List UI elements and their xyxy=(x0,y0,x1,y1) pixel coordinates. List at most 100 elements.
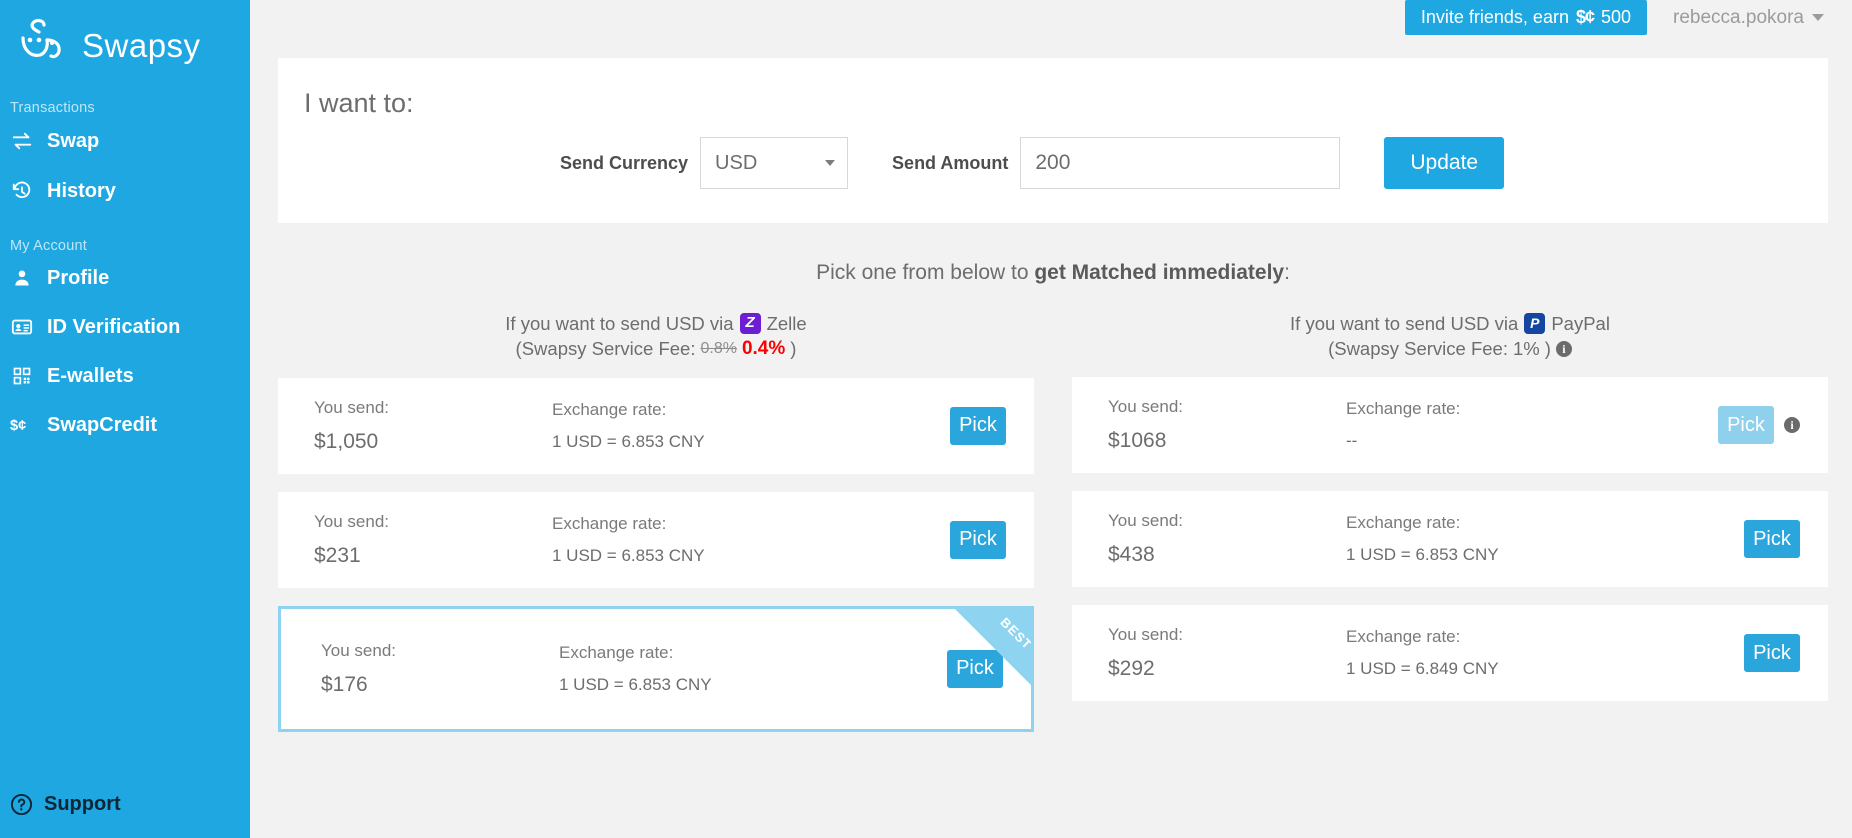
offer-send-cell: You send: $1,050 xyxy=(314,398,552,454)
sidebar-section-my-account-label: My Account xyxy=(10,238,87,254)
zelle-headline-text: If you want to send USD via xyxy=(505,313,734,334)
send-currency-select[interactable]: USD xyxy=(700,137,849,189)
pick-button[interactable]: Pick xyxy=(947,649,1003,688)
zelle-fee-old: 0.8% xyxy=(700,340,737,358)
svg-text:$¢: $¢ xyxy=(10,418,26,434)
user-icon xyxy=(10,268,34,288)
invite-amount: 500 xyxy=(1600,7,1632,27)
sidebar-item-swap-label: Swap xyxy=(47,130,100,152)
pick-button[interactable]: Pick xyxy=(1744,634,1800,673)
sidebar-item-history[interactable]: History xyxy=(0,166,250,216)
offer-rate-value: 1 USD = 6.853 CNY xyxy=(552,545,705,565)
info-icon[interactable]: i xyxy=(1784,417,1800,434)
offer-send-value: $176 xyxy=(321,672,368,696)
sidebar-item-id-verification[interactable]: ID Verification xyxy=(0,302,250,352)
offer-column-zelle-header: If you want to send USD via Zelle (Swaps… xyxy=(278,311,1034,362)
id-card-icon xyxy=(10,316,34,338)
zelle-fee-prefix: (Swapsy Service Fee: xyxy=(515,338,696,360)
user-name: rebecca.pokora xyxy=(1673,6,1804,28)
sidebar-item-history-label: History xyxy=(47,180,116,202)
offer-action: Pick i xyxy=(1718,406,1800,445)
offer-card[interactable]: You send: $1068 Exchange rate: -- Pick i xyxy=(1072,377,1828,474)
sidebar-item-e-wallets[interactable]: E-wallets xyxy=(0,352,250,400)
offer-rate-value: -- xyxy=(1346,431,1358,451)
sidebar-item-id-verification-label: ID Verification xyxy=(47,316,181,338)
page-title: I want to: xyxy=(304,88,414,118)
offer-rate-label: Exchange rate: xyxy=(559,642,674,662)
sidebar-item-e-wallets-label: E-wallets xyxy=(47,365,134,387)
offer-send-cell: You send: $176 xyxy=(321,641,559,697)
invite-friends-button[interactable]: Invite friends, earn $¢ 500 xyxy=(1404,0,1648,35)
offer-rate-value: 1 USD = 6.853 CNY xyxy=(552,431,705,451)
zelle-headline: If you want to send USD via Zelle xyxy=(278,311,1034,336)
user-menu[interactable]: rebecca.pokora xyxy=(1673,0,1824,35)
offer-action: Pick xyxy=(1744,520,1800,559)
info-icon[interactable]: i xyxy=(1555,340,1572,357)
offer-card[interactable]: You send: $231 Exchange rate: 1 USD = 6.… xyxy=(278,491,1034,588)
paypal-headline-text: If you want to send USD via xyxy=(1290,313,1519,334)
main-area: Invite friends, earn $¢ 500 rebecca.poko… xyxy=(250,0,1852,838)
swap-arrows-icon xyxy=(10,130,34,152)
offer-rate-label: Exchange rate: xyxy=(1346,627,1461,647)
offer-send-value: $292 xyxy=(1108,657,1155,681)
offer-rate-label: Exchange rate: xyxy=(552,399,667,419)
sidebar-item-profile[interactable]: Profile xyxy=(0,254,250,302)
match-heading-strong: get Matched immediately xyxy=(1034,261,1285,284)
offer-send-cell: You send: $231 xyxy=(314,512,552,568)
offer-action: Pick xyxy=(950,520,1006,559)
paypal-headline: If you want to send USD via PayPal xyxy=(1072,311,1828,336)
brand[interactable]: Swapsy xyxy=(0,0,250,78)
offer-card-best[interactable]: You send: $176 Exchange rate: 1 USD = 6.… xyxy=(278,605,1034,732)
paypal-fee-new: 1% xyxy=(1513,338,1540,360)
best-badge-label: BEST xyxy=(997,614,1032,653)
match-heading: Pick one from below to get Matched immed… xyxy=(278,223,1828,311)
offer-rate-label: Exchange rate: xyxy=(1346,513,1461,533)
pick-button-disabled: Pick xyxy=(1718,406,1774,445)
topbar: Invite friends, earn $¢ 500 rebecca.poko… xyxy=(250,0,1852,58)
swap-form-row: Send Currency USD Send Amount Update xyxy=(278,137,1828,189)
zelle-icon xyxy=(739,313,761,335)
offer-rate-cell: Exchange rate: 1 USD = 6.853 CNY xyxy=(552,514,950,566)
sidebar-section-transactions-label: Transactions xyxy=(10,100,95,116)
offer-rate-label: Exchange rate: xyxy=(1346,399,1461,419)
match-heading-suffix: : xyxy=(1284,261,1290,284)
offer-send-cell: You send: $292 xyxy=(1108,625,1346,681)
offer-column-zelle: If you want to send USD via Zelle (Swaps… xyxy=(278,311,1034,732)
app-root: Swapsy Transactions Swap History My Acco… xyxy=(0,0,1852,838)
pick-button[interactable]: Pick xyxy=(950,406,1006,445)
send-amount-input[interactable] xyxy=(1020,137,1341,189)
zelle-fee-line: (Swapsy Service Fee: 0.8% 0.4% ) xyxy=(278,336,1034,362)
offer-send-label: You send: xyxy=(314,511,389,531)
swapsy-smiley-logo-icon xyxy=(14,16,72,74)
pick-button[interactable]: Pick xyxy=(950,520,1006,559)
offer-column-paypal-header: If you want to send USD via PayPal (Swap… xyxy=(1072,311,1828,361)
qr-grid-icon xyxy=(10,366,34,386)
offer-card[interactable]: You send: $292 Exchange rate: 1 USD = 6.… xyxy=(1072,605,1828,702)
pick-button[interactable]: Pick xyxy=(1744,520,1800,559)
offer-rate-value: 1 USD = 6.853 CNY xyxy=(1346,545,1499,565)
paypal-icon xyxy=(1524,313,1546,335)
paypal-fee-suffix: ) xyxy=(1544,338,1551,360)
update-button[interactable]: Update xyxy=(1384,137,1505,189)
offer-action: Pick xyxy=(1744,634,1800,673)
zelle-fee-suffix: ) xyxy=(790,338,797,360)
offer-card[interactable]: You send: $1,050 Exchange rate: 1 USD = … xyxy=(278,377,1034,474)
chevron-down-icon xyxy=(825,160,836,166)
sidebar-item-swap[interactable]: Swap xyxy=(0,116,250,166)
content: I want to: Send Currency USD Send Amount… xyxy=(250,58,1852,838)
match-heading-prefix: Pick one from below to xyxy=(816,261,1035,284)
offer-send-label: You send: xyxy=(314,397,389,417)
offer-rate-cell: Exchange rate: 1 USD = 6.853 CNY xyxy=(552,400,950,452)
offer-send-value: $438 xyxy=(1108,543,1155,567)
paypal-fee-line: (Swapsy Service Fee: 1%) i xyxy=(1072,336,1828,361)
offer-card[interactable]: You send: $438 Exchange rate: 1 USD = 6.… xyxy=(1072,491,1828,588)
offer-action: Pick xyxy=(950,406,1006,445)
sidebar-item-profile-label: Profile xyxy=(47,267,110,289)
support-button[interactable]: Support xyxy=(10,793,121,816)
sidebar-item-swapcredit[interactable]: $¢ SwapCredit xyxy=(0,400,250,450)
question-circle-icon xyxy=(10,793,33,816)
sidebar: Swapsy Transactions Swap History My Acco… xyxy=(0,0,250,838)
offer-send-cell: You send: $1068 xyxy=(1108,397,1346,453)
offer-send-value: $1068 xyxy=(1108,429,1167,453)
paypal-fee-prefix: (Swapsy Service Fee: xyxy=(1328,338,1508,360)
